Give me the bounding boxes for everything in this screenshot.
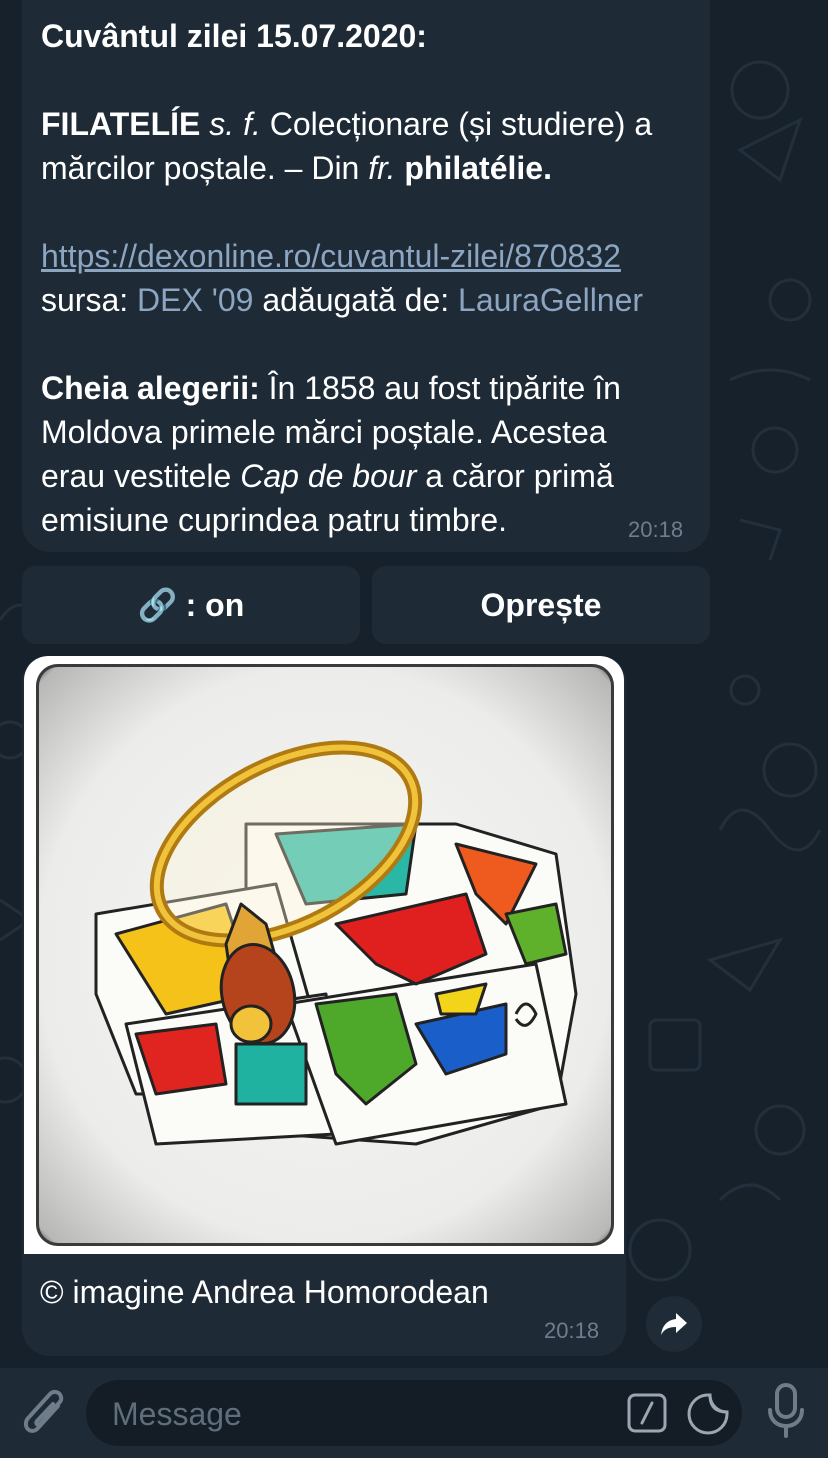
message-bubble: Cuvântul zilei 15.07.2020: FILATELÍE s. … [22, 0, 710, 552]
photo-message: © imagine Andrea Homorodean 20:18 [22, 656, 626, 1356]
bot-command-icon[interactable] [626, 1392, 668, 1434]
source-label: sursa: [41, 282, 138, 318]
word-definition: Colecționare (și studiere) a [260, 106, 653, 142]
microphone-icon[interactable] [766, 1382, 806, 1442]
photo[interactable] [24, 656, 624, 1254]
key-text-emphasis: Cap de bour [240, 458, 417, 494]
message-title: Cuvântul zilei 15.07.2020: [41, 18, 427, 54]
key-label: Cheia alegerii: [41, 370, 260, 406]
key-text-line4: emisiune cuprindea patru timbre. [41, 502, 508, 538]
message-input-bar [0, 1368, 828, 1458]
share-button[interactable] [646, 1296, 702, 1352]
word-grammar: s. f. [209, 106, 261, 142]
dexonline-link[interactable]: https://dexonline.ro/cuvantul-zilei/8708… [41, 238, 621, 274]
inline-keyboard: 🔗 : on Oprește [22, 566, 710, 644]
link-toggle-button[interactable]: 🔗 : on [22, 566, 360, 644]
message-input[interactable] [110, 1390, 594, 1438]
link-icon: 🔗 [137, 587, 178, 623]
photo-caption: © imagine Andrea Homorodean [40, 1274, 489, 1310]
photo-image [36, 664, 614, 1246]
stamps-magnifier-illustration [94, 740, 578, 1146]
message-field[interactable] [86, 1380, 742, 1446]
key-text-line3: erau vestitele [41, 458, 241, 494]
word-headword: FILATELÍE [41, 106, 201, 142]
photo-timestamp: 20:18 [544, 1318, 600, 1343]
key-text-line2: Moldova primele mărci poștale. Acestea [41, 414, 607, 450]
word-origin-lang: fr. [368, 150, 396, 186]
author-link[interactable]: LauraGellner [458, 282, 643, 318]
forward-arrow-icon [661, 1313, 687, 1335]
key-text-line3-end: a căror primă [416, 458, 614, 494]
link-toggle-label: : on [185, 586, 245, 623]
word-definition-cont: mărcilor poștale. – Din [41, 150, 369, 186]
sticker-icon[interactable] [686, 1392, 730, 1436]
stop-button-label: Oprește [480, 586, 602, 623]
message-timestamp: 20:18 [628, 517, 684, 542]
message-text: Cuvântul zilei 15.07.2020: FILATELÍE s. … [41, 14, 690, 542]
added-by-label: adăugată de: [253, 282, 459, 318]
source-link[interactable]: DEX '09 [137, 282, 253, 318]
word-origin: philatélie. [404, 150, 552, 186]
key-text-line1: În 1858 au fost tipărite în [259, 370, 621, 406]
stop-button[interactable]: Oprește [372, 566, 710, 644]
paperclip-icon[interactable] [20, 1386, 68, 1440]
